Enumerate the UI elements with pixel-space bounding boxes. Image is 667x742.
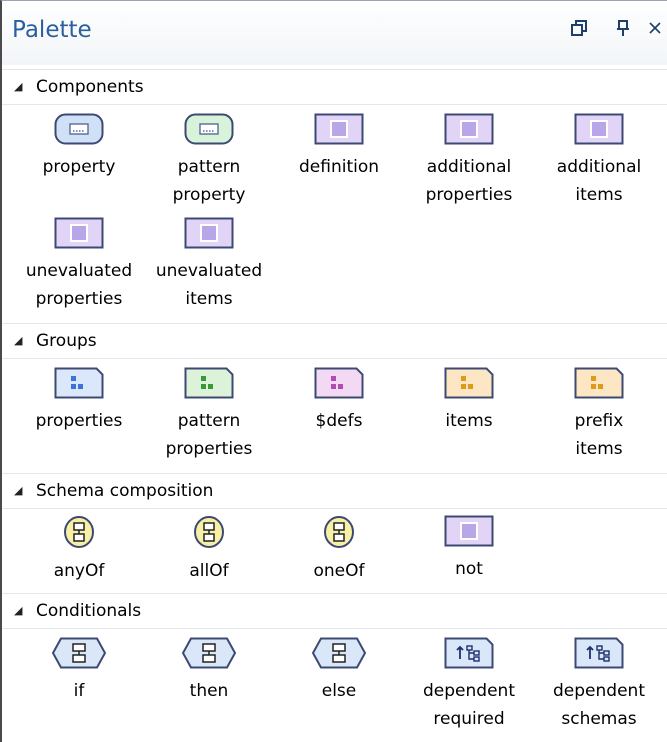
palette-titlebar: Palette — [2, 1, 667, 65]
palette-item-label: then — [189, 681, 229, 701]
palette-item-label: definition — [298, 157, 380, 177]
if-icon — [14, 637, 144, 673]
palette-item-label: if — [73, 681, 85, 701]
section-label: Conditionals — [36, 601, 142, 621]
palette-item-label: unevaluated properties — [25, 261, 133, 309]
section-header-conditionals[interactable]: ◢ Conditionals — [2, 593, 667, 629]
dependent-schemas-icon — [534, 637, 664, 673]
panel-title: Palette — [12, 17, 92, 43]
unevaluated-items-box-icon — [144, 217, 274, 253]
palette-item[interactable]: dependent schemas — [534, 637, 664, 733]
property-field-icon — [14, 113, 144, 149]
palette-item[interactable]: allOf — [144, 515, 274, 585]
palette-item[interactable]: unevaluated properties — [14, 217, 144, 313]
palette-item[interactable]: properties — [14, 367, 144, 435]
section-header-components[interactable]: ◢ Components — [2, 69, 667, 105]
palette-item-label: prefix items — [574, 411, 624, 459]
palette-item[interactable]: additional properties — [404, 113, 534, 209]
then-icon — [144, 637, 274, 673]
palette-item-label: properties — [35, 411, 123, 431]
palette-item[interactable]: pattern properties — [144, 367, 274, 463]
collapse-triangle-icon[interactable]: ◢ — [14, 474, 22, 508]
section-label: Schema composition — [36, 481, 214, 501]
pattern-properties-group-icon — [144, 367, 274, 403]
oneof-icon — [274, 515, 404, 553]
allof-icon — [144, 515, 274, 553]
palette-item[interactable]: prefix items — [534, 367, 664, 463]
palette-item-label: items — [445, 411, 493, 431]
definition-box-icon — [274, 113, 404, 149]
close-icon[interactable] — [644, 19, 666, 41]
items-group-icon — [404, 367, 534, 403]
palette-item[interactable]: else — [274, 637, 404, 705]
restore-window-icon[interactable] — [568, 19, 590, 41]
palette-item-label: property — [42, 157, 116, 177]
not-box-icon — [404, 515, 534, 551]
palette-item-label: additional items — [556, 157, 642, 205]
section-label: Groups — [36, 331, 97, 351]
palette-item[interactable]: oneOf — [274, 515, 404, 585]
palette-item[interactable]: dependent required — [404, 637, 534, 733]
palette-item-label: not — [455, 559, 483, 579]
palette-item-label: unevaluated items — [155, 261, 263, 309]
palette-item-label: allOf — [189, 561, 229, 581]
defs-group-icon — [274, 367, 404, 403]
additional-properties-box-icon — [404, 113, 534, 149]
palette-item-label: $defs — [315, 411, 363, 431]
pin-icon[interactable] — [612, 19, 634, 41]
section-header-schema-composition[interactable]: ◢ Schema composition — [2, 473, 667, 509]
else-icon — [274, 637, 404, 673]
palette-panel: Palette ◢ Components property pattern prope… — [0, 0, 667, 742]
dependent-required-icon — [404, 637, 534, 673]
palette-item-label: dependent schemas — [553, 681, 645, 729]
additional-items-box-icon — [534, 113, 664, 149]
palette-item-label: pattern properties — [165, 411, 253, 459]
properties-group-icon — [14, 367, 144, 403]
palette-item-label: dependent required — [423, 681, 515, 729]
pattern-property-field-icon — [144, 113, 274, 149]
collapse-triangle-icon[interactable]: ◢ — [14, 324, 22, 358]
palette-item[interactable]: then — [144, 637, 274, 705]
palette-item-label: else — [321, 681, 357, 701]
palette-item[interactable]: unevaluated items — [144, 217, 274, 313]
unevaluated-properties-box-icon — [14, 217, 144, 253]
palette-item-label: oneOf — [313, 561, 365, 581]
palette-item[interactable]: anyOf — [14, 515, 144, 585]
anyof-icon — [14, 515, 144, 553]
palette-item[interactable]: items — [404, 367, 534, 435]
palette-item-label: anyOf — [53, 561, 105, 581]
palette-item-label: additional properties — [425, 157, 513, 205]
collapse-triangle-icon[interactable]: ◢ — [14, 594, 22, 628]
palette-item-label: pattern property — [172, 157, 246, 205]
section-header-groups[interactable]: ◢ Groups — [2, 323, 667, 359]
palette-item[interactable]: if — [14, 637, 144, 705]
palette-item[interactable]: not — [404, 515, 534, 583]
palette-item[interactable]: $defs — [274, 367, 404, 435]
palette-item[interactable]: property — [14, 113, 144, 181]
prefix-items-group-icon — [534, 367, 664, 403]
section-label: Components — [36, 77, 144, 97]
palette-item[interactable]: pattern property — [144, 113, 274, 209]
palette-item[interactable]: additional items — [534, 113, 664, 209]
palette-item[interactable]: definition — [274, 113, 404, 181]
collapse-triangle-icon[interactable]: ◢ — [14, 70, 22, 104]
